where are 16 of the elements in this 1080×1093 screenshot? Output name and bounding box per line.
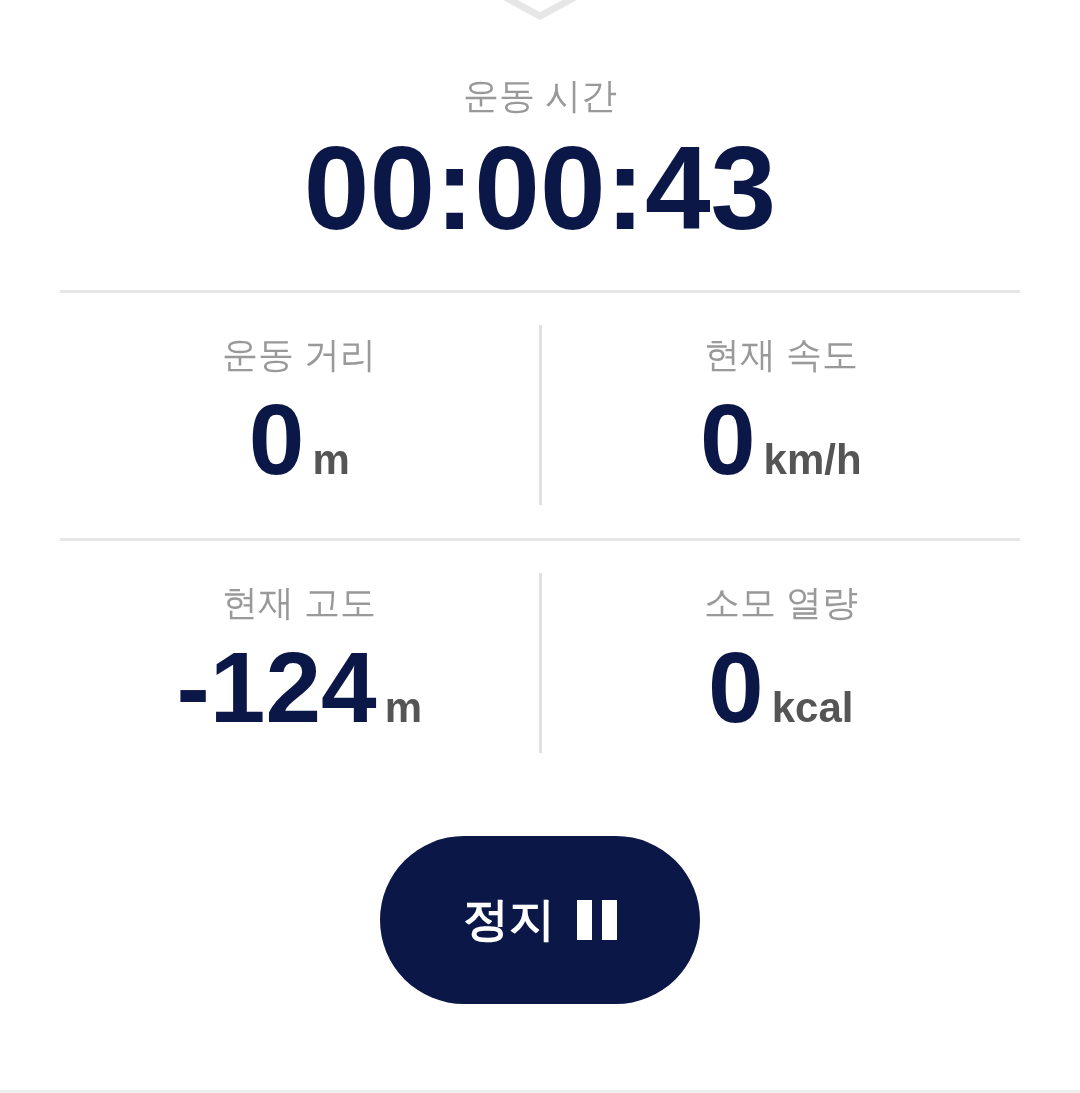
stat-value: 0 [248, 389, 305, 489]
stat-label: 운동 거리 [222, 333, 377, 377]
workout-time-value: 00:00:43 [303, 128, 777, 248]
stat-unit: km/h [763, 436, 862, 484]
pause-icon [577, 900, 617, 940]
stat-unit: kcal [771, 684, 854, 732]
stat-label: 소모 열량 [703, 581, 858, 625]
stat-value: 0 [708, 637, 764, 737]
stat-value: 0 [699, 389, 756, 489]
stat-unit: m [312, 436, 350, 484]
stat-unit: m [384, 684, 422, 732]
stat-value: -124 [176, 637, 377, 737]
stop-button[interactable]: 정지 [380, 836, 700, 1004]
stat-label: 현재 속도 [703, 333, 858, 377]
stat-label: 현재 고도 [222, 581, 377, 625]
workout-time-label: 운동 시간 [463, 74, 617, 118]
